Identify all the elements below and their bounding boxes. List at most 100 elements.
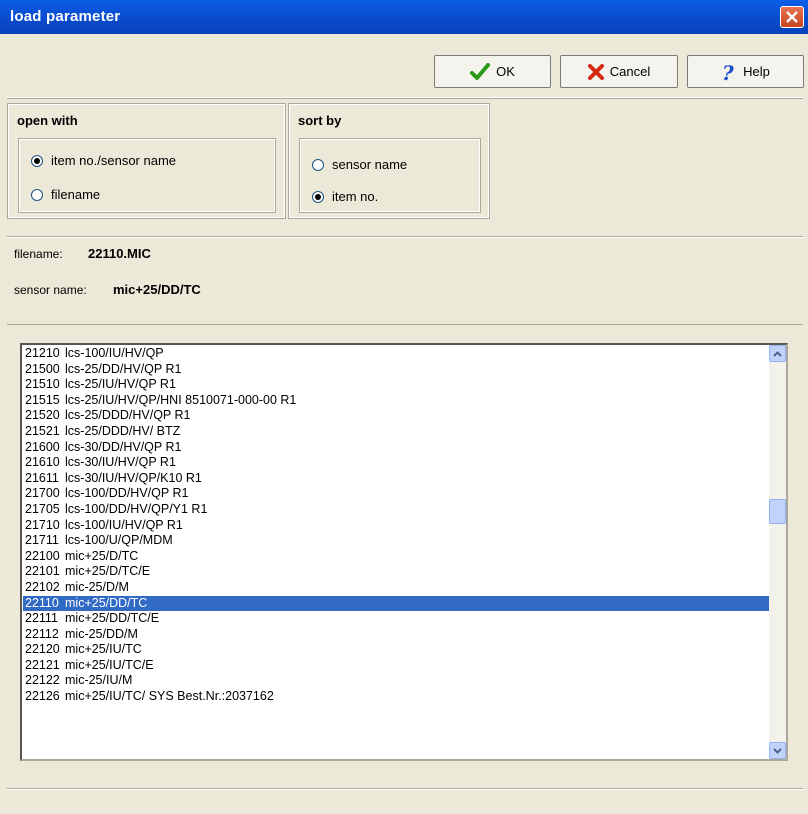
item-number: 22110 [25,595,59,610]
item-number: 22112 [25,626,59,641]
sensor-name-value: mic+25/DD/TC [113,282,201,297]
radio-label: item no. [332,189,379,204]
radio-label: item no./sensor name [51,153,177,168]
chevron-up-icon [773,350,782,357]
ok-button[interactable]: OK [434,55,551,88]
list-item[interactable]: 22121 mic+25/IU/TC/E [23,658,769,674]
item-number: 21710 [25,517,60,532]
item-number: 22111 [25,611,58,626]
sort-by-group: sort by sensor name item no. [288,103,490,219]
item-number: 21510 [25,377,60,392]
sensor-list[interactable]: 21210 lcs-100/IU/HV/QP 21500 lcs-25/DD/HV/Q… [20,343,788,761]
sensor-list-rows: 21210 lcs-100/IU/HV/QP 21500 lcs-25/DD/HV/Q… [23,346,769,705]
sensor-name: lcs-100/DD/HV/QP R1 [65,486,189,501]
list-item[interactable]: 22102 mic-25/D/M [23,580,769,596]
window-title: load parameter [10,8,121,25]
list-item[interactable]: 21711 lcs-100/U/QP/MDM [23,533,769,549]
help-button[interactable]: ? Help [687,55,804,88]
list-item[interactable]: 21710 lcs-100/IU/HV/QP R1 [23,518,769,534]
radio-item-no-sensor-name[interactable]: item no./sensor name [31,153,176,168]
sensor-name: mic+25/D/TC [65,548,139,563]
scroll-down-button[interactable] [769,742,786,759]
sensor-name: lcs-25/DD/HV/QP R1 [65,361,182,376]
sensor-name: mic+25/IU/TC [65,642,142,657]
list-item[interactable]: 21515 lcs-25/IU/HV/QP/HNI 8510071-000-00 … [23,393,769,409]
item-number: 21711 [25,533,59,548]
sensor-name: mic-25/DD/M [65,626,138,641]
ok-label: OK [496,64,515,79]
item-number: 21515 [25,392,60,407]
list-item[interactable]: 21520 lcs-25/DDD/HV/QP R1 [23,408,769,424]
item-number: 22122 [25,673,60,688]
sensor-name: mic+25/D/TC/E [65,564,151,579]
list-item[interactable]: 21705 lcs-100/DD/HV/QP/Y1 R1 [23,502,769,518]
sensor-list-panel: 21210 lcs-100/IU/HV/QP 21500 lcs-25/DD/HV/Q… [7,324,803,767]
item-number: 21700 [25,486,60,501]
radio-sensor-name[interactable]: sensor name [312,157,407,172]
list-item[interactable]: 22122 mic-25/IU/M [23,673,769,689]
open-with-group: open with item no./sensor name filename [7,103,286,219]
item-number: 21600 [25,439,60,454]
list-item[interactable]: 21500 lcs-25/DD/HV/QP R1 [23,362,769,378]
sensor-name-label: sensor name: [14,283,87,297]
open-with-title: open with [17,113,78,128]
info-panel: filename: 22110.MIC sensor name: mic+25/… [7,236,803,327]
sensor-name: lcs-30/IU/HV/QP R1 [65,455,176,470]
close-button[interactable] [780,6,804,28]
sensor-name: mic+25/DD/TC [65,595,148,610]
list-item[interactable]: 22101 mic+25/D/TC/E [23,564,769,580]
sensor-name: lcs-30/IU/HV/QP/K10 R1 [65,470,202,485]
list-item[interactable]: 22120 mic+25/IU/TC [23,642,769,658]
sensor-name: lcs-100/U/QP/MDM [65,533,173,548]
sensor-name: mic+25/DD/TC/E [65,611,160,626]
sensor-name: mic-25/D/M [65,579,129,594]
sensor-name: lcs-25/DDD/HV/QP R1 [65,408,191,423]
item-number: 21520 [25,408,60,423]
sensor-name: lcs-100/DD/HV/QP/Y1 R1 [65,501,208,516]
item-number: 21705 [25,501,60,516]
list-item[interactable]: 21210 lcs-100/IU/HV/QP [23,346,769,362]
sort-by-title: sort by [298,113,342,128]
status-bar [7,788,803,811]
title-bar: load parameter [0,0,808,34]
item-number: 22120 [25,642,60,657]
item-number: 21610 [25,455,60,470]
cancel-label: Cancel [609,64,651,79]
list-item[interactable]: 21521 lcs-25/DDD/HV/ BTZ [23,424,769,440]
item-number: 21500 [25,361,60,376]
sensor-name: lcs-25/IU/HV/QP/HNI 8510071-000-00 R1 [65,392,297,407]
sensor-name: lcs-25/IU/HV/QP R1 [65,377,176,392]
scroll-up-button[interactable] [769,345,786,362]
list-item[interactable]: 21600 lcs-30/DD/HV/QP R1 [23,440,769,456]
cancel-button[interactable]: Cancel [560,55,678,88]
list-item[interactable]: 22126 mic+25/IU/TC/ SYS Best.Nr.:2037162 [23,689,769,705]
item-number: 22121 [25,657,60,672]
item-number: 22126 [25,689,60,704]
list-item[interactable]: 21510 lcs-25/IU/HV/QP R1 [23,377,769,393]
item-number: 22100 [25,548,60,563]
sensor-name: lcs-100/IU/HV/QP R1 [65,517,183,532]
radio-filename[interactable]: filename [31,187,100,202]
list-item[interactable]: 22112 mic-25/DD/M [23,627,769,643]
sensor-name: mic+25/IU/TC/E [65,657,154,672]
x-cross-icon [587,63,604,80]
radio-item-no[interactable]: item no. [312,189,378,204]
list-item[interactable]: 22111 mic+25/DD/TC/E [23,611,769,627]
list-item[interactable]: 21610 lcs-30/IU/HV/QP R1 [23,455,769,471]
radio-dot [312,190,324,203]
question-mark-icon: ? [722,62,734,82]
list-item[interactable]: 22100 mic+25/D/TC [23,549,769,565]
scroll-thumb[interactable] [769,499,786,524]
list-item[interactable]: 22110 mic+25/DD/TC [23,595,769,612]
sensor-name: lcs-100/IU/HV/QP [65,346,164,360]
help-label: Help [743,64,770,79]
sensor-name: mic-25/IU/M [65,673,133,688]
vertical-scrollbar[interactable] [769,345,786,759]
list-item[interactable]: 21700 lcs-100/DD/HV/QP R1 [23,486,769,502]
list-item[interactable]: 21611 lcs-30/IU/HV/QP/K10 R1 [23,471,769,487]
radio-label: sensor name [332,157,408,172]
radio-dot [31,188,43,201]
radio-dot [312,158,324,171]
filename-label: filename: [14,247,63,261]
item-number: 22102 [25,579,60,594]
